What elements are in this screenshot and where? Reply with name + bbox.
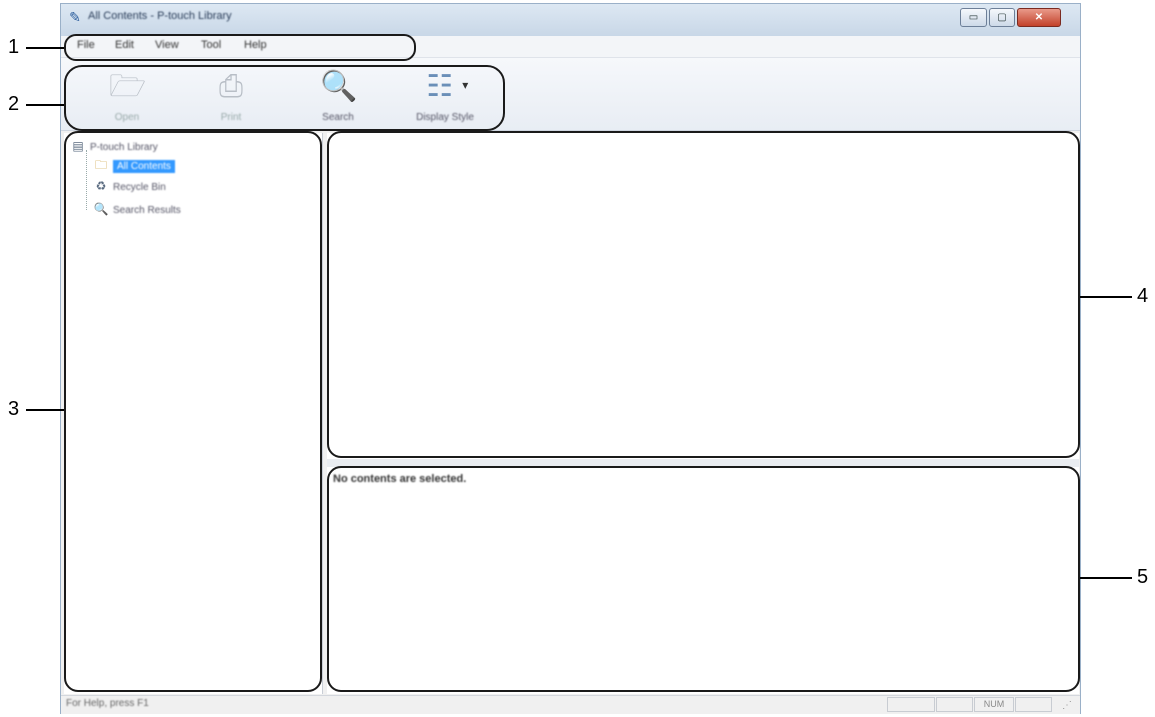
window-title: All Contents - P-touch Library — [88, 10, 232, 22]
callout-outline-menubar — [64, 34, 416, 61]
maximize-button[interactable]: ▢ — [989, 8, 1015, 27]
status-indicator — [1015, 697, 1052, 712]
callout-number-1: 1 — [8, 36, 20, 58]
num-lock-indicator: NUM — [974, 697, 1014, 712]
status-text: For Help, press F1 — [66, 698, 149, 709]
p-touch-app-icon: ✎ — [69, 9, 81, 25]
callout-leader-5 — [1080, 577, 1132, 579]
callout-outline-contents — [327, 131, 1080, 458]
callout-leader-2 — [26, 104, 64, 106]
callout-number-5: 5 — [1137, 566, 1149, 588]
callout-outline-toolbar — [64, 65, 505, 131]
close-button[interactable]: ✕ — [1017, 8, 1061, 27]
callout-outline-preview — [327, 466, 1080, 692]
callout-outline-tree — [64, 131, 322, 692]
status-indicator — [887, 697, 935, 712]
callout-leader-3 — [26, 409, 64, 411]
resize-grip-icon[interactable]: ⋰ — [1062, 700, 1072, 711]
callout-number-4: 4 — [1137, 285, 1149, 307]
minimize-button[interactable]: ▭ — [960, 8, 987, 27]
callout-number-3: 3 — [8, 398, 20, 420]
callout-number-2: 2 — [8, 93, 20, 115]
status-indicator — [936, 697, 973, 712]
callout-leader-1 — [26, 47, 64, 49]
callout-leader-4 — [1080, 296, 1132, 298]
